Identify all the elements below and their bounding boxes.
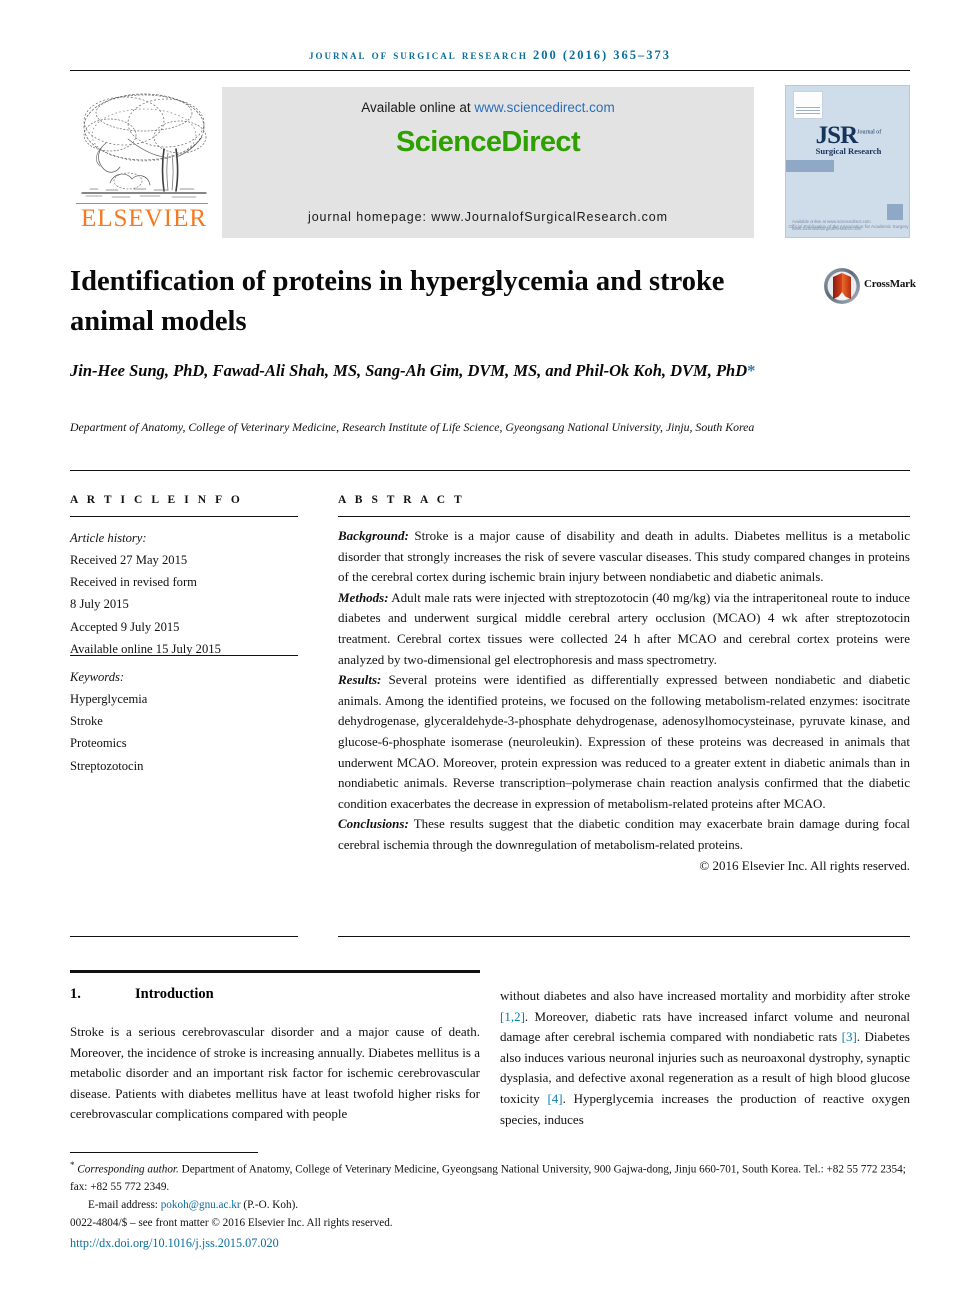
journal-homepage-link[interactable]: journal homepage: www.JournalofSurgicalR… [222,210,754,224]
introduction-left-column: Stroke is a serious cerebrovascular diso… [70,1024,480,1122]
history-item: Received 27 May 2015 [70,553,188,568]
journal-cover-thumbnail: JSRJournal of Surgical Research Official… [785,85,910,238]
author-list: Jin-Hee Sung, PhD, Fawad-Ali Shah, MS, S… [70,358,770,384]
author-names: Jin-Hee Sung, PhD, Fawad-Ali Shah, MS, S… [70,361,748,380]
article-info-rule [70,516,298,517]
article-info-bottom-rule [70,936,298,937]
citation-link[interactable]: [3] [842,1029,857,1044]
keyword-item: Streptozotocin [70,758,144,773]
cover-elsevier-mark [793,91,823,119]
article-page: Journal of Surgical Research 200 (2016) … [0,0,975,1305]
info-section-top-rule [70,470,910,471]
cover-footer-line: Available online at www.sciencedirect.co… [792,219,871,231]
abstract-copyright: © 2016 Elsevier Inc. All rights reserved… [699,857,910,873]
doi-link[interactable]: http://dx.doi.org/10.1016/j.jss.2015.07.… [70,1236,279,1251]
footnote-rule [70,1152,258,1153]
history-item: 8 July 2015 [70,597,129,612]
email-label: E-mail address: [88,1199,161,1212]
cover-accent-bar-right [887,204,903,220]
crossmark-label: CrossMark [864,278,916,290]
keywords-label: Keywords: [70,670,125,684]
page-title: Identification of proteins in hyperglyce… [70,266,725,338]
abstract-methods-label: Methods: [338,589,389,605]
issn-copyright-line: 0022-4804/$ – see front matter © 2016 El… [70,1216,393,1229]
elsevier-wordmark: ELSEVIER [80,205,208,232]
abstract-rule [338,516,910,517]
email-suffix: (P.-O. Koh). [240,1199,299,1212]
article-info-heading: A R T I C L E I N F O [70,494,243,506]
affiliation: Department of Anatomy, College of Veteri… [70,420,755,434]
abstract-bottom-rule [338,936,910,937]
sciencedirect-logo[interactable]: ScienceDirect [222,126,754,159]
running-head-rule [70,70,910,71]
keyword-item: Stroke [70,714,103,729]
sciencedirect-url-link[interactable]: www.sciencedirect.com [474,100,614,115]
email-link[interactable]: pokoh@gnu.ac.kr [161,1199,241,1211]
crossmark-badge[interactable]: CrossMark [822,266,916,306]
abstract-results-paragraph: Results: Several proteins were identifie… [338,670,910,814]
cover-title-text: JSR [815,122,858,149]
article-history-block: Article history: Received 27 May 2015 Re… [70,527,310,660]
available-online-line: Available online at www.sciencedirect.co… [222,100,754,115]
crossmark-icon [824,268,860,304]
citation-link[interactable]: [1,2] [500,1009,525,1024]
corresponding-author-note: * Corresponding author. Department of An… [70,1158,910,1197]
corresponding-author-label: Corresponding author. [77,1163,179,1176]
section-number: 1. [70,986,81,1002]
elsevier-divider [76,203,208,204]
abstract-body: Background: Stroke is a major cause of d… [338,526,910,876]
abstract-results-text: Several proteins were identified as diff… [338,672,910,811]
footnote-block: * Corresponding author. Department of An… [70,1158,910,1232]
introduction-right-column: without diabetes and also have increased… [500,986,910,1130]
elsevier-tree-icon [81,93,207,198]
abstract-conclusions-label: Conclusions: [338,816,409,832]
abstract-results-label: Results: [338,672,382,688]
keyword-item: Proteomics [70,736,127,751]
cover-subtitle: Surgical Research [815,146,882,156]
history-item: Accepted 9 July 2015 [70,619,180,634]
journal-masthead: ELSEVIER Available online at www.science… [70,85,910,238]
history-item: Available online 15 July 2015 [70,641,221,656]
abstract-heading: A B S T R A C T [338,494,465,506]
abstract-conclusions-text: These results suggest that the diabetic … [338,816,910,852]
citation-link[interactable]: [4] [547,1091,562,1106]
cover-accent-bar-left [786,160,834,172]
corresponding-author-marker[interactable]: * [747,361,755,380]
cover-elsevier-lines [796,107,820,116]
elsevier-logo: ELSEVIER [70,85,218,238]
sciencedirect-banner: Available online at www.sciencedirect.co… [222,87,754,238]
abstract-background-text: Stroke is a major cause of disability an… [338,528,910,585]
article-history-label: Article history: [70,531,147,545]
history-item: Received in revised form [70,575,197,590]
running-head: Journal of Surgical Research 200 (2016) … [308,48,672,62]
abstract-methods-text: Adult male rats were injected with strep… [338,589,910,667]
corresponding-author-address: Department of Anatomy, College of Veteri… [70,1163,906,1194]
abstract-background-label: Background: [338,528,409,543]
abstract-methods-paragraph: Methods: Adult male rats were injected w… [338,588,910,670]
footnote-marker: * [70,1160,75,1170]
introduction-top-rule [70,970,480,973]
abstract-conclusions-paragraph: Conclusions: These results suggest that … [338,814,910,855]
section-title: Introduction [135,986,214,1002]
body-text: without diabetes and also have increased… [500,988,910,1003]
cover-title-superscript: Journal of [857,129,882,136]
email-note: E-mail address: pokoh@gnu.ac.kr (P.-O. K… [70,1197,910,1215]
keywords-block: Keywords: Hyperglycemia Stroke Proteomic… [70,666,310,777]
keyword-item: Hyperglycemia [70,692,148,707]
abstract-background-paragraph: Background: Stroke is a major cause of d… [338,526,910,588]
available-online-label: Available online at [361,100,475,115]
